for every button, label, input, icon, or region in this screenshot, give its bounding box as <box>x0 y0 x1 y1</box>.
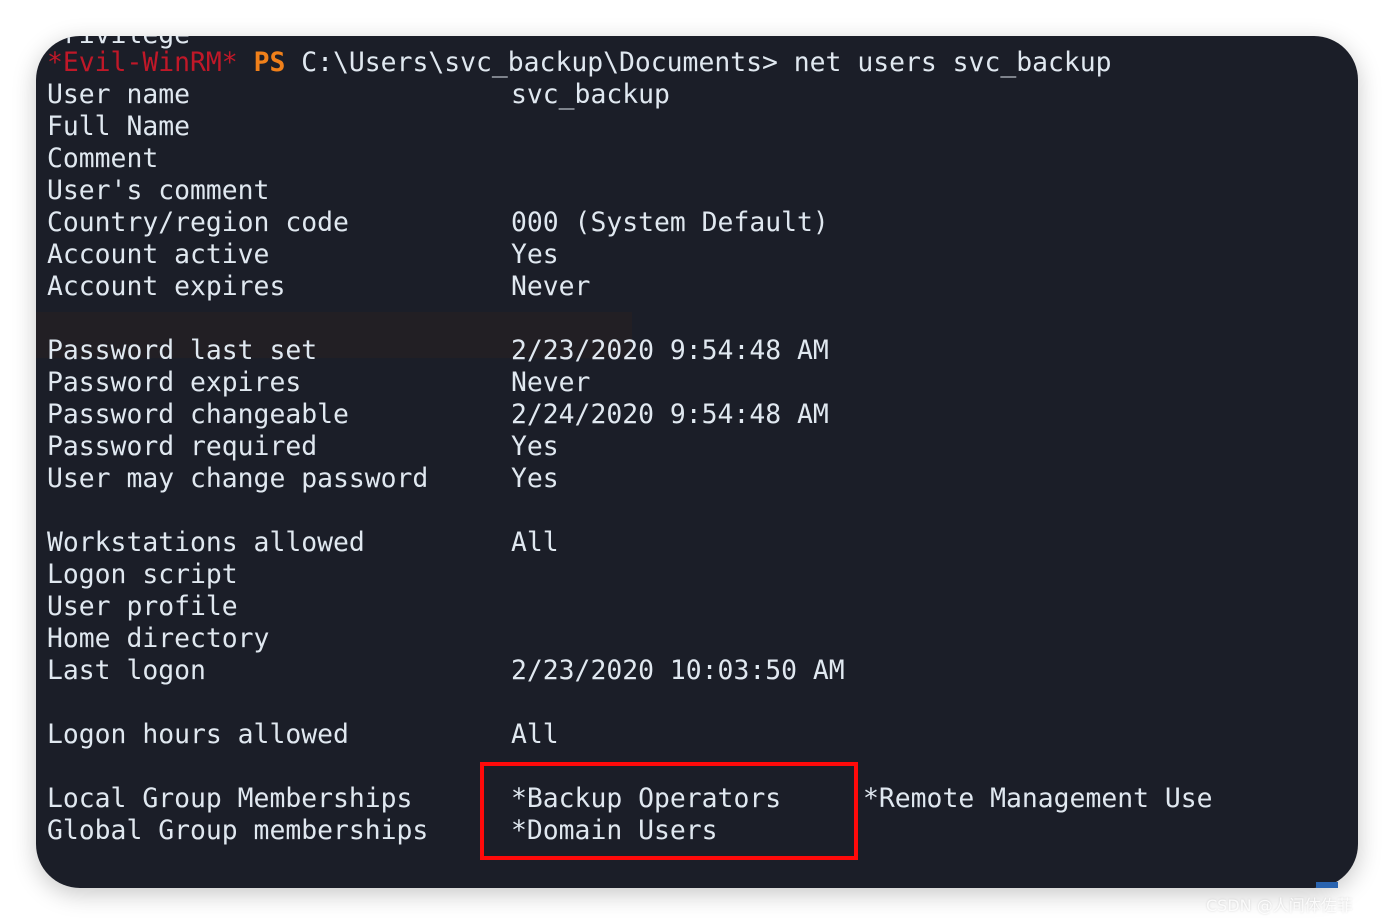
row-label: User may change password <box>47 463 429 494</box>
row-label: User's comment <box>47 175 270 206</box>
row-label: User profile <box>47 591 238 622</box>
ps-label: PS <box>253 47 286 78</box>
row-label: Home directory <box>47 623 270 654</box>
row-label: Comment <box>47 143 159 174</box>
row-value: 2/23/2020 9:54:48 AM <box>511 335 829 366</box>
row-label: Global Group memberships <box>47 815 429 846</box>
row-label: Local Group Memberships <box>47 783 413 814</box>
row-label: Password last set <box>47 335 318 366</box>
row-label: User name <box>47 79 190 110</box>
row-value: All <box>511 527 559 558</box>
row-label: Last logon <box>47 655 206 686</box>
row-value: Never <box>511 367 591 398</box>
row-extra-value: *Remote Management Use <box>863 783 1213 814</box>
row-label: Password changeable <box>47 399 349 430</box>
row-value: 2/23/2020 10:03:50 AM <box>511 655 845 686</box>
row-value: Yes <box>511 431 559 462</box>
terminal-window[interactable]: Privilege *Evil-WinRM* PS C:\Users\svc_b… <box>36 36 1358 888</box>
row-label: Logon hours allowed <box>47 719 349 750</box>
row-value: svc_backup <box>511 79 670 110</box>
row-label: Logon script <box>47 559 238 590</box>
row-label: Full Name <box>47 111 190 142</box>
row-label: Account expires <box>47 271 286 302</box>
row-label: Workstations allowed <box>47 527 365 558</box>
row-label: Country/region code <box>47 207 349 238</box>
row-label: Password required <box>47 431 318 462</box>
row-value: Yes <box>511 463 559 494</box>
watermark: CSDN @人间体佐菲 <box>1206 896 1353 915</box>
highlight-box <box>480 762 858 860</box>
prompt-line: *Evil-WinRM* PS C:\Users\svc_backup\Docu… <box>47 47 1112 79</box>
command-text: net users svc_backup <box>793 47 1112 78</box>
row-value: Never <box>511 271 591 302</box>
row-value: 2/24/2020 9:54:48 AM <box>511 399 829 430</box>
taskbar-edge <box>1316 882 1338 888</box>
evil-winrm-tag: *Evil-WinRM* <box>47 47 238 78</box>
row-value: All <box>511 719 559 750</box>
row-value: Yes <box>511 239 559 270</box>
row-label: Password expires <box>47 367 302 398</box>
row-label: Account active <box>47 239 270 270</box>
row-value: 000 (System Default) <box>511 207 829 238</box>
prompt-path: C:\Users\svc_backup\Documents> <box>301 47 778 78</box>
